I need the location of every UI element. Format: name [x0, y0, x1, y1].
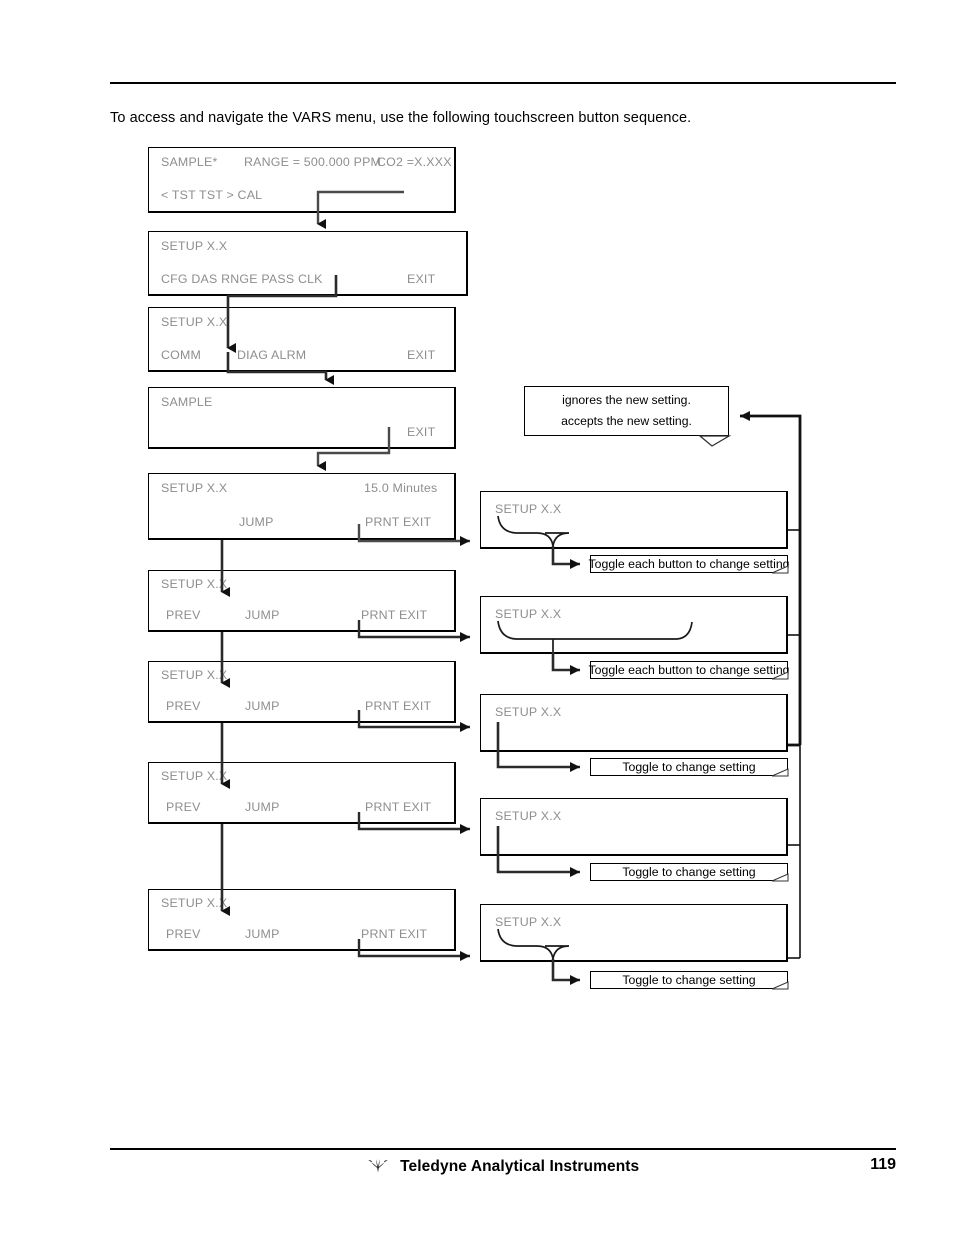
setup-vars-5-prev-button[interactable]: PREV: [166, 927, 201, 941]
screen-setup-comm[interactable]: SETUP X.X COMM DIAG ALRM EXIT: [148, 307, 456, 372]
screen-setup-vars-1[interactable]: SETUP X.X 15.0 Minutes JUMP PRNT EXIT: [148, 473, 456, 540]
setup-comm-button[interactable]: COMM: [161, 348, 201, 362]
detail-screen-3[interactable]: SETUP X.X: [480, 694, 788, 752]
setup-comm-diag-alrm-buttons[interactable]: DIAG ALRM: [237, 348, 306, 362]
detail-screen-2[interactable]: SETUP X.X: [480, 596, 788, 654]
setup-vars-4-prnt-exit-buttons[interactable]: PRNT EXIT: [365, 800, 431, 814]
caption-toggle-3: Toggle to change setting: [590, 758, 788, 776]
sample-status-title: SAMPLE*: [161, 155, 218, 169]
header-rule: [110, 82, 896, 84]
setup-comm-title: SETUP X.X: [161, 315, 228, 329]
footer-company-name: Teledyne Analytical Instruments: [400, 1158, 640, 1175]
screen-sample-status[interactable]: SAMPLE* RANGE = 500.000 PPM CO2 =X.XXX <…: [148, 147, 456, 213]
caption-toggle-1: Toggle each button to change setting: [588, 555, 790, 573]
caption-toggle-5: Toggle to change setting: [590, 971, 788, 989]
detail-screen-2-title: SETUP X.X: [495, 607, 562, 621]
sample-status-buttons[interactable]: < TST TST > CAL: [161, 188, 262, 202]
sample-status-range: RANGE = 500.000 PPM: [244, 155, 382, 169]
detail-screen-4-title: SETUP X.X: [495, 809, 562, 823]
screen-sample-exit[interactable]: SAMPLE EXIT: [148, 387, 456, 449]
callout-note-line-1: ignores the new setting.: [562, 393, 691, 407]
detail-screen-1-title: SETUP X.X: [495, 502, 562, 516]
setup-vars-1-value: 15.0 Minutes: [364, 481, 438, 495]
setup-vars-4-prev-button[interactable]: PREV: [166, 800, 201, 814]
screen-setup-main[interactable]: SETUP X.X CFG DAS RNGE PASS CLK EXIT: [148, 231, 468, 296]
sample-exit-title: SAMPLE: [161, 395, 213, 409]
footer-company-line: Teledyne Analytical Instruments: [110, 1156, 896, 1178]
page-number: 119: [870, 1156, 896, 1173]
sample-status-concentration: CO2 =X.XXX: [377, 155, 452, 169]
footer-rule: [110, 1148, 896, 1150]
document-page: To access and navigate the VARS menu, us…: [0, 0, 954, 1235]
detail-screen-3-title: SETUP X.X: [495, 705, 562, 719]
setup-vars-3-prev-button[interactable]: PREV: [166, 699, 201, 713]
detail-screen-5[interactable]: SETUP X.X: [480, 904, 788, 962]
sample-exit-exit-button[interactable]: EXIT: [407, 425, 435, 439]
intro-paragraph: To access and navigate the VARS menu, us…: [110, 110, 692, 126]
setup-vars-2-jump-button[interactable]: JUMP: [245, 608, 280, 622]
caption-toggle-2: Toggle each button to change setting: [588, 661, 790, 679]
screen-setup-vars-5[interactable]: SETUP X.X PREV JUMP PRNT EXIT: [148, 889, 456, 951]
callout-note-setting: ignores the new setting. accepts the new…: [524, 386, 729, 436]
callout-note-line-2: accepts the new setting.: [561, 414, 692, 428]
setup-main-exit-button[interactable]: EXIT: [407, 272, 435, 286]
setup-vars-2-title: SETUP X.X: [161, 577, 228, 591]
setup-vars-3-jump-button[interactable]: JUMP: [245, 699, 280, 713]
setup-comm-exit-button[interactable]: EXIT: [407, 348, 435, 362]
flow-connectors: [220, 190, 802, 990]
setup-vars-1-prnt-exit-buttons[interactable]: PRNT EXIT: [365, 515, 431, 529]
setup-vars-4-jump-button[interactable]: JUMP: [245, 800, 280, 814]
detail-screen-5-title: SETUP X.X: [495, 915, 562, 929]
setup-vars-3-prnt-exit-buttons[interactable]: PRNT EXIT: [365, 699, 431, 713]
teledyne-logo-icon: [367, 1156, 389, 1178]
setup-vars-4-title: SETUP X.X: [161, 769, 228, 783]
setup-vars-5-title: SETUP X.X: [161, 896, 228, 910]
setup-vars-3-title: SETUP X.X: [161, 668, 228, 682]
setup-vars-1-title: SETUP X.X: [161, 481, 228, 495]
screen-setup-vars-4[interactable]: SETUP X.X PREV JUMP PRNT EXIT: [148, 762, 456, 824]
setup-main-title: SETUP X.X: [161, 239, 228, 253]
setup-vars-1-jump-button[interactable]: JUMP: [239, 515, 274, 529]
detail-screen-1[interactable]: SETUP X.X: [480, 491, 788, 549]
page-footer: Teledyne Analytical Instruments 119: [110, 1156, 896, 1186]
screen-setup-vars-3[interactable]: SETUP X.X PREV JUMP PRNT EXIT: [148, 661, 456, 723]
setup-vars-2-prev-button[interactable]: PREV: [166, 608, 201, 622]
screen-setup-vars-2[interactable]: SETUP X.X PREV JUMP PRNT EXIT: [148, 570, 456, 632]
setup-main-buttons[interactable]: CFG DAS RNGE PASS CLK: [161, 272, 323, 286]
setup-vars-5-prnt-exit-buttons[interactable]: PRNT EXIT: [361, 927, 427, 941]
setup-vars-2-prnt-exit-buttons[interactable]: PRNT EXIT: [361, 608, 427, 622]
detail-screen-4[interactable]: SETUP X.X: [480, 798, 788, 856]
caption-toggle-4: Toggle to change setting: [590, 863, 788, 881]
setup-vars-5-jump-button[interactable]: JUMP: [245, 927, 280, 941]
